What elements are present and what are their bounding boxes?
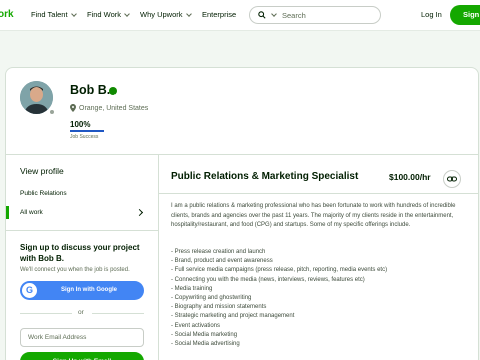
signup-subtitle: We'll connect you when the job is posted… (20, 267, 130, 273)
chevron-down-icon (70, 10, 77, 17)
google-signin-label: Sign In with Google (61, 287, 117, 293)
list-item: - Event activations (171, 322, 221, 329)
divider (92, 313, 144, 314)
list-item: - Connecting you with the media (news, i… (171, 276, 365, 283)
chevron-down-icon[interactable] (271, 11, 277, 17)
login-link[interactable]: Log In (421, 10, 442, 19)
nav-why-upwork[interactable]: Why Upwork (140, 10, 192, 19)
upwork-logo[interactable]: ork (0, 9, 14, 20)
job-success-bar (70, 130, 104, 132)
nav-enterprise-label: Enterprise (202, 10, 237, 19)
job-success-bar-fill (70, 130, 104, 132)
nav-enterprise[interactable]: Enterprise (202, 10, 236, 19)
nav-find-talent-label: Find Talent (31, 10, 68, 19)
google-signin-button[interactable]: G Sign In with Google (20, 281, 144, 300)
list-item: - Copywriting and ghostwriting (171, 295, 252, 302)
sidebar-item-all-work[interactable]: All work (20, 209, 43, 216)
signup-heading: Sign up to discuss your project with Bob… (20, 243, 140, 263)
divider (158, 154, 159, 360)
chevron-down-icon (124, 10, 130, 17)
divider (20, 313, 72, 314)
nav-find-work-label: Find Work (87, 10, 122, 19)
list-item: - Brand, product and event awareness (171, 258, 273, 265)
google-icon: G (22, 283, 37, 298)
list-item: - Strategic marketing and project manage… (171, 313, 295, 320)
list-item: - Press release creation and launch (171, 249, 266, 255)
profile-name: Bob B. (70, 83, 111, 97)
avatar (20, 81, 53, 114)
list-item: - Social Media marketing (171, 331, 238, 338)
list-item: - Full service media campaigns (press re… (171, 267, 388, 274)
job-success-value: 100% (70, 120, 91, 129)
link-icon (447, 176, 457, 182)
signup-button[interactable]: Sign (450, 5, 480, 25)
email-field[interactable] (20, 328, 144, 347)
divider (6, 154, 478, 155)
list-item: - Social Media advertising (171, 341, 240, 348)
search-input[interactable] (282, 10, 372, 20)
sidebar-item-public-relations[interactable]: Public Relations (20, 190, 67, 197)
view-profile-heading: View profile (20, 166, 64, 176)
or-separator: or (78, 309, 84, 316)
top-navbar: ork Find Talent Find Work Why Upwork Ent… (0, 0, 480, 31)
divider (6, 230, 158, 231)
offerings-list: - Press release creation and launch - Br… (171, 248, 471, 349)
hourly-rate: $100.00/hr (389, 172, 431, 182)
chevron-right-icon[interactable] (135, 208, 144, 217)
profile-location: Orange, United States (70, 104, 148, 112)
profile-description: I am a public relations & marketing prof… (171, 203, 456, 228)
copy-link-button[interactable] (443, 170, 461, 188)
list-item: - Media training (171, 285, 213, 292)
search-icon (258, 11, 266, 19)
location-pin-icon (70, 104, 76, 112)
nav-find-talent[interactable]: Find Talent (31, 10, 77, 19)
chevron-down-icon (185, 10, 192, 17)
divider (159, 193, 478, 194)
job-success-label: Job Success (70, 134, 99, 140)
search-bar[interactable] (249, 6, 381, 24)
signup-email-button[interactable]: Sign Up with Email (20, 352, 144, 360)
verified-badge-icon (109, 87, 117, 99)
active-indicator (6, 206, 9, 219)
list-item: - Biography and mission statements (171, 304, 267, 311)
profile-card: Bob B. Orange, United States 100% Job Su… (5, 67, 479, 360)
specialized-profile-title: Public Relations & Marketing Specialist (171, 171, 359, 182)
avatar-photo-icon (20, 81, 53, 114)
nav-find-work[interactable]: Find Work (87, 10, 130, 19)
nav-why-upwork-label: Why Upwork (140, 10, 183, 19)
location-text: Orange, United States (79, 104, 149, 112)
status-dot (49, 109, 55, 115)
